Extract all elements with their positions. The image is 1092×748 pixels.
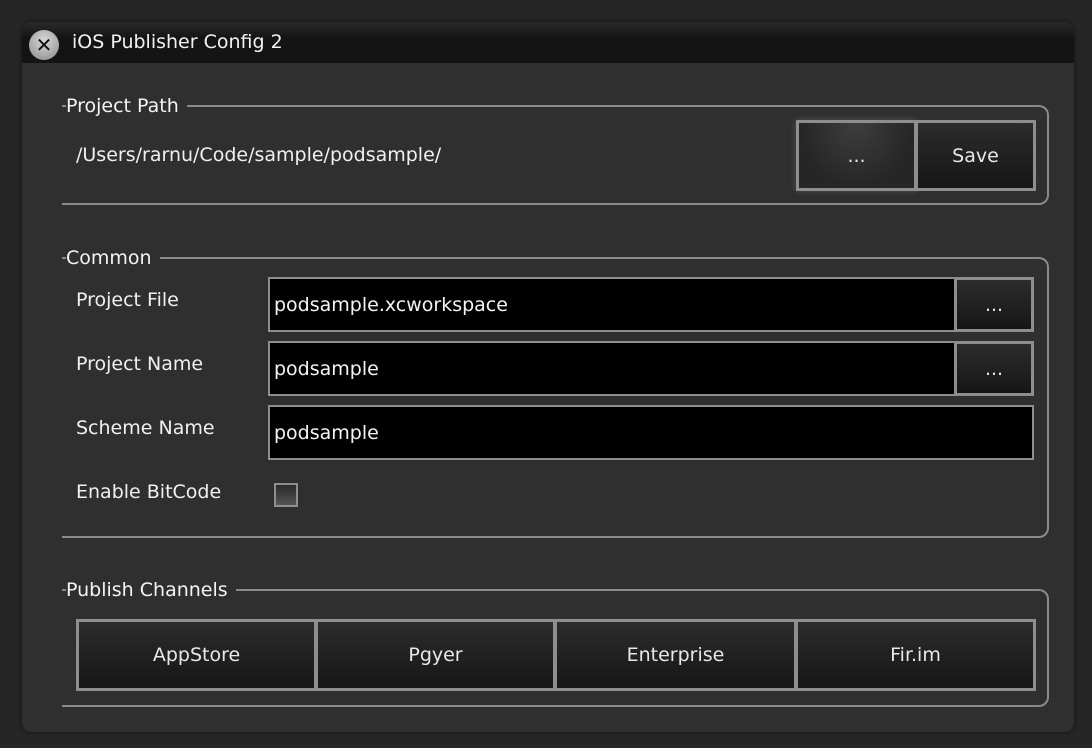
scheme-name-input[interactable]: podsample <box>268 405 1034 460</box>
enable-bitcode-label: Enable BitCode <box>76 481 222 503</box>
publish-channels-label: Publish Channels <box>66 579 236 601</box>
channel-pgyer-button[interactable]: Pgyer <box>315 619 556 691</box>
window-title: iOS Publisher Config 2 <box>72 31 283 53</box>
enable-bitcode-checkbox[interactable] <box>274 483 298 507</box>
channel-appstore-button[interactable]: AppStore <box>76 619 317 691</box>
project-path-label: Project Path <box>66 95 187 117</box>
channel-firim-button[interactable]: Fir.im <box>795 619 1036 691</box>
project-file-label: Project File <box>76 289 179 311</box>
config-window: ✕ iOS Publisher Config 2 Project Path /U… <box>22 22 1074 732</box>
save-button[interactable]: Save <box>915 120 1036 191</box>
project-file-input[interactable]: podsample.xcworkspace <box>268 277 956 332</box>
project-name-label: Project Name <box>76 353 204 375</box>
project-path-value: /Users/rarnu/Code/sample/podsample/ <box>76 144 442 166</box>
scheme-name-label: Scheme Name <box>76 417 215 439</box>
channel-enterprise-button[interactable]: Enterprise <box>554 619 797 691</box>
common-label: Common <box>66 247 160 269</box>
title-bar[interactable]: ✕ iOS Publisher Config 2 <box>22 22 1074 63</box>
browse-project-file-button[interactable]: ... <box>954 277 1034 332</box>
close-icon[interactable]: ✕ <box>29 30 59 60</box>
browse-project-name-button[interactable]: ... <box>954 341 1034 396</box>
project-name-input[interactable]: podsample <box>268 341 956 396</box>
browse-path-button[interactable]: ... <box>796 120 917 191</box>
